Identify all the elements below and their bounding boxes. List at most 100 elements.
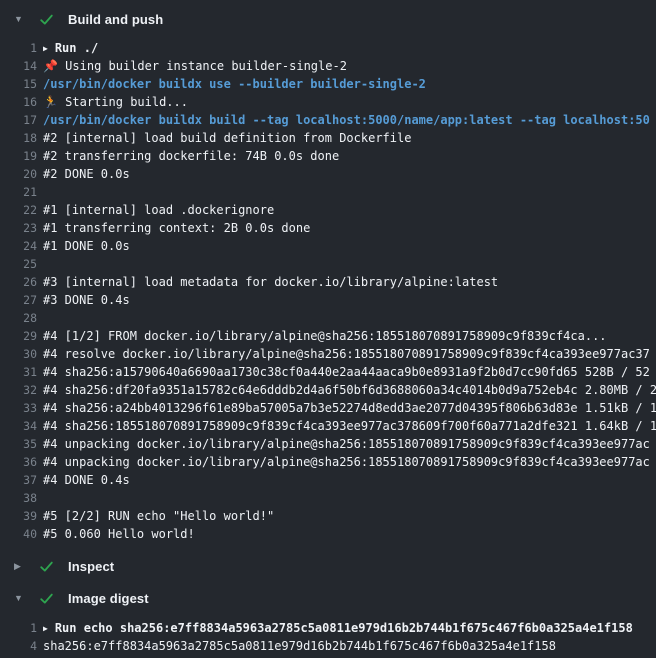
line-number: 20 xyxy=(0,165,37,183)
log-line[interactable]: 30#4 resolve docker.io/library/alpine@sh… xyxy=(0,345,656,363)
log-line[interactable]: 28 xyxy=(0,309,656,327)
log-text: #4 sha256:a15790640a6690aa1730c38cf0a440… xyxy=(37,363,656,381)
log-line[interactable]: 24#1 DONE 0.0s xyxy=(0,237,656,255)
line-number: 30 xyxy=(0,345,37,363)
line-number: 40 xyxy=(0,525,37,543)
line-number: 14 xyxy=(0,57,37,75)
log-line[interactable]: 38 xyxy=(0,489,656,507)
log-text: #1 transferring context: 2B 0.0s done xyxy=(37,219,656,237)
log-text: #1 DONE 0.0s xyxy=(37,237,656,255)
log-text: #2 transferring dockerfile: 74B 0.0s don… xyxy=(37,147,656,165)
check-icon xyxy=(39,559,54,574)
line-number: 35 xyxy=(0,435,37,453)
log-text: #2 DONE 0.0s xyxy=(37,165,656,183)
log-line[interactable]: 37#4 DONE 0.4s xyxy=(0,471,656,489)
line-number: 4 xyxy=(0,637,37,655)
check-icon xyxy=(39,591,54,606)
chevron-down-icon[interactable]: ▼ xyxy=(14,594,25,603)
log-text: ▶ Run echo sha256:e7ff8834a5963a2785c5a08… xyxy=(37,619,656,638)
chevron-down-icon[interactable]: ▼ xyxy=(14,15,25,24)
log-line[interactable]: 34#4 sha256:185518070891758909c9f839cf4c… xyxy=(0,417,656,435)
log-text: #2 [internal] load build definition from… xyxy=(37,129,656,147)
log-text: #4 [1/2] FROM docker.io/library/alpine@s… xyxy=(37,327,656,345)
log-line[interactable]: 19#2 transferring dockerfile: 74B 0.0s d… xyxy=(0,147,656,165)
line-number: 16 xyxy=(0,93,37,111)
log-line[interactable]: 39#5 [2/2] RUN echo "Hello world!" xyxy=(0,507,656,525)
step-header-build-and-push[interactable]: ▼ Build and push xyxy=(0,8,656,30)
log-line[interactable]: 17/usr/bin/docker buildx build --tag loc… xyxy=(0,111,656,129)
line-number: 34 xyxy=(0,417,37,435)
step-title: Inspect xyxy=(68,559,114,574)
log-line[interactable]: 31#4 sha256:a15790640a6690aa1730c38cf0a4… xyxy=(0,363,656,381)
log-text: #5 0.060 Hello world! xyxy=(37,525,656,543)
step-title: Image digest xyxy=(68,591,149,606)
step-header-image-digest[interactable]: ▼ Image digest xyxy=(0,587,656,609)
log-text: #5 [2/2] RUN echo "Hello world!" xyxy=(37,507,656,525)
line-number: 33 xyxy=(0,399,37,417)
log-line[interactable]: 40#5 0.060 Hello world! xyxy=(0,525,656,543)
group-command-text: Run echo sha256:e7ff8834a5963a2785c5a081… xyxy=(55,621,633,635)
line-number: 26 xyxy=(0,273,37,291)
log-line[interactable]: 1▶Run ./ xyxy=(0,39,656,57)
log-line[interactable]: 4sha256:e7ff8834a5963a2785c5a0811e979d16… xyxy=(0,637,656,655)
log-line[interactable]: 1 ▶ Run echo sha256:e7ff8834a5963a2785c5a0… xyxy=(0,619,656,637)
line-number: 29 xyxy=(0,327,37,345)
log-text: #4 unpacking docker.io/library/alpine@sh… xyxy=(37,453,656,471)
log-line[interactable]: 23#1 transferring context: 2B 0.0s done xyxy=(0,219,656,237)
line-number: 31 xyxy=(0,363,37,381)
line-number: 15 xyxy=(0,75,37,93)
line-number: 22 xyxy=(0,201,37,219)
command-log-text: /usr/bin/docker buildx build --tag local… xyxy=(37,111,656,129)
line-number: 32 xyxy=(0,381,37,399)
section-gap xyxy=(0,577,656,587)
line-number: 37 xyxy=(0,471,37,489)
log-line[interactable]: 18#2 [internal] load build definition fr… xyxy=(0,129,656,147)
line-number: 21 xyxy=(0,183,37,201)
step-title: Build and push xyxy=(68,12,163,27)
log-text: 📌 Using builder instance builder-single-… xyxy=(37,57,656,75)
log-line[interactable]: 14📌 Using builder instance builder-singl… xyxy=(0,57,656,75)
log-line[interactable]: 25 xyxy=(0,255,656,273)
chevron-right-icon[interactable]: ▶ xyxy=(14,562,25,571)
log-line[interactable]: 20#2 DONE 0.0s xyxy=(0,165,656,183)
log-line[interactable]: 32#4 sha256:df20fa9351a15782c64e6dddb2d4… xyxy=(0,381,656,399)
log-text: ▶Run ./ xyxy=(37,39,656,58)
line-number: 36 xyxy=(0,453,37,471)
step-log-build-and-push: 1▶Run ./14📌 Using builder instance build… xyxy=(0,39,656,543)
line-number: 1 xyxy=(0,39,37,57)
log-line[interactable]: 16🏃 Starting build... xyxy=(0,93,656,111)
log-line[interactable]: 36#4 unpacking docker.io/library/alpine@… xyxy=(0,453,656,471)
log-text: 🏃 Starting build... xyxy=(37,93,656,111)
log-text: #4 resolve docker.io/library/alpine@sha2… xyxy=(37,345,656,363)
group-expand-icon[interactable]: ▶ xyxy=(43,40,48,58)
log-line[interactable]: 22#1 [internal] load .dockerignore xyxy=(0,201,656,219)
line-number: 25 xyxy=(0,255,37,273)
log-text: sha256:e7ff8834a5963a2785c5a0811e979d16b… xyxy=(37,637,656,655)
check-icon xyxy=(39,12,54,27)
actions-log-viewer: ▼Build and push1▶Run ./14📌 Using builder… xyxy=(0,0,656,658)
log-line[interactable]: 35#4 unpacking docker.io/library/alpine@… xyxy=(0,435,656,453)
line-number: 38 xyxy=(0,489,37,507)
log-line[interactable]: 29#4 [1/2] FROM docker.io/library/alpine… xyxy=(0,327,656,345)
step-header-inspect[interactable]: ▶ Inspect xyxy=(0,555,656,577)
line-number: 24 xyxy=(0,237,37,255)
line-number: 17 xyxy=(0,111,37,129)
line-number: 28 xyxy=(0,309,37,327)
log-line[interactable]: 33#4 sha256:a24bb4013296f61e89ba57005a7b… xyxy=(0,399,656,417)
line-number: 23 xyxy=(0,219,37,237)
command-log-text: /usr/bin/docker buildx use --builder bui… xyxy=(37,75,656,93)
log-line[interactable]: 21 xyxy=(0,183,656,201)
log-line[interactable]: 26#3 [internal] load metadata for docker… xyxy=(0,273,656,291)
line-number: 39 xyxy=(0,507,37,525)
log-text: #1 [internal] load .dockerignore xyxy=(37,201,656,219)
line-number: 19 xyxy=(0,147,37,165)
log-text: #4 DONE 0.4s xyxy=(37,471,656,489)
log-text: #4 sha256:df20fa9351a15782c64e6dddb2d4a6… xyxy=(37,381,656,399)
group-expand-icon[interactable]: ▶ xyxy=(43,620,48,638)
log-line[interactable]: 15/usr/bin/docker buildx use --builder b… xyxy=(0,75,656,93)
line-number: 27 xyxy=(0,291,37,309)
log-text: #4 sha256:a24bb4013296f61e89ba57005a7b3e… xyxy=(37,399,656,417)
line-number: 1 xyxy=(0,619,37,637)
log-line[interactable]: 27#3 DONE 0.4s xyxy=(0,291,656,309)
line-number: 18 xyxy=(0,129,37,147)
